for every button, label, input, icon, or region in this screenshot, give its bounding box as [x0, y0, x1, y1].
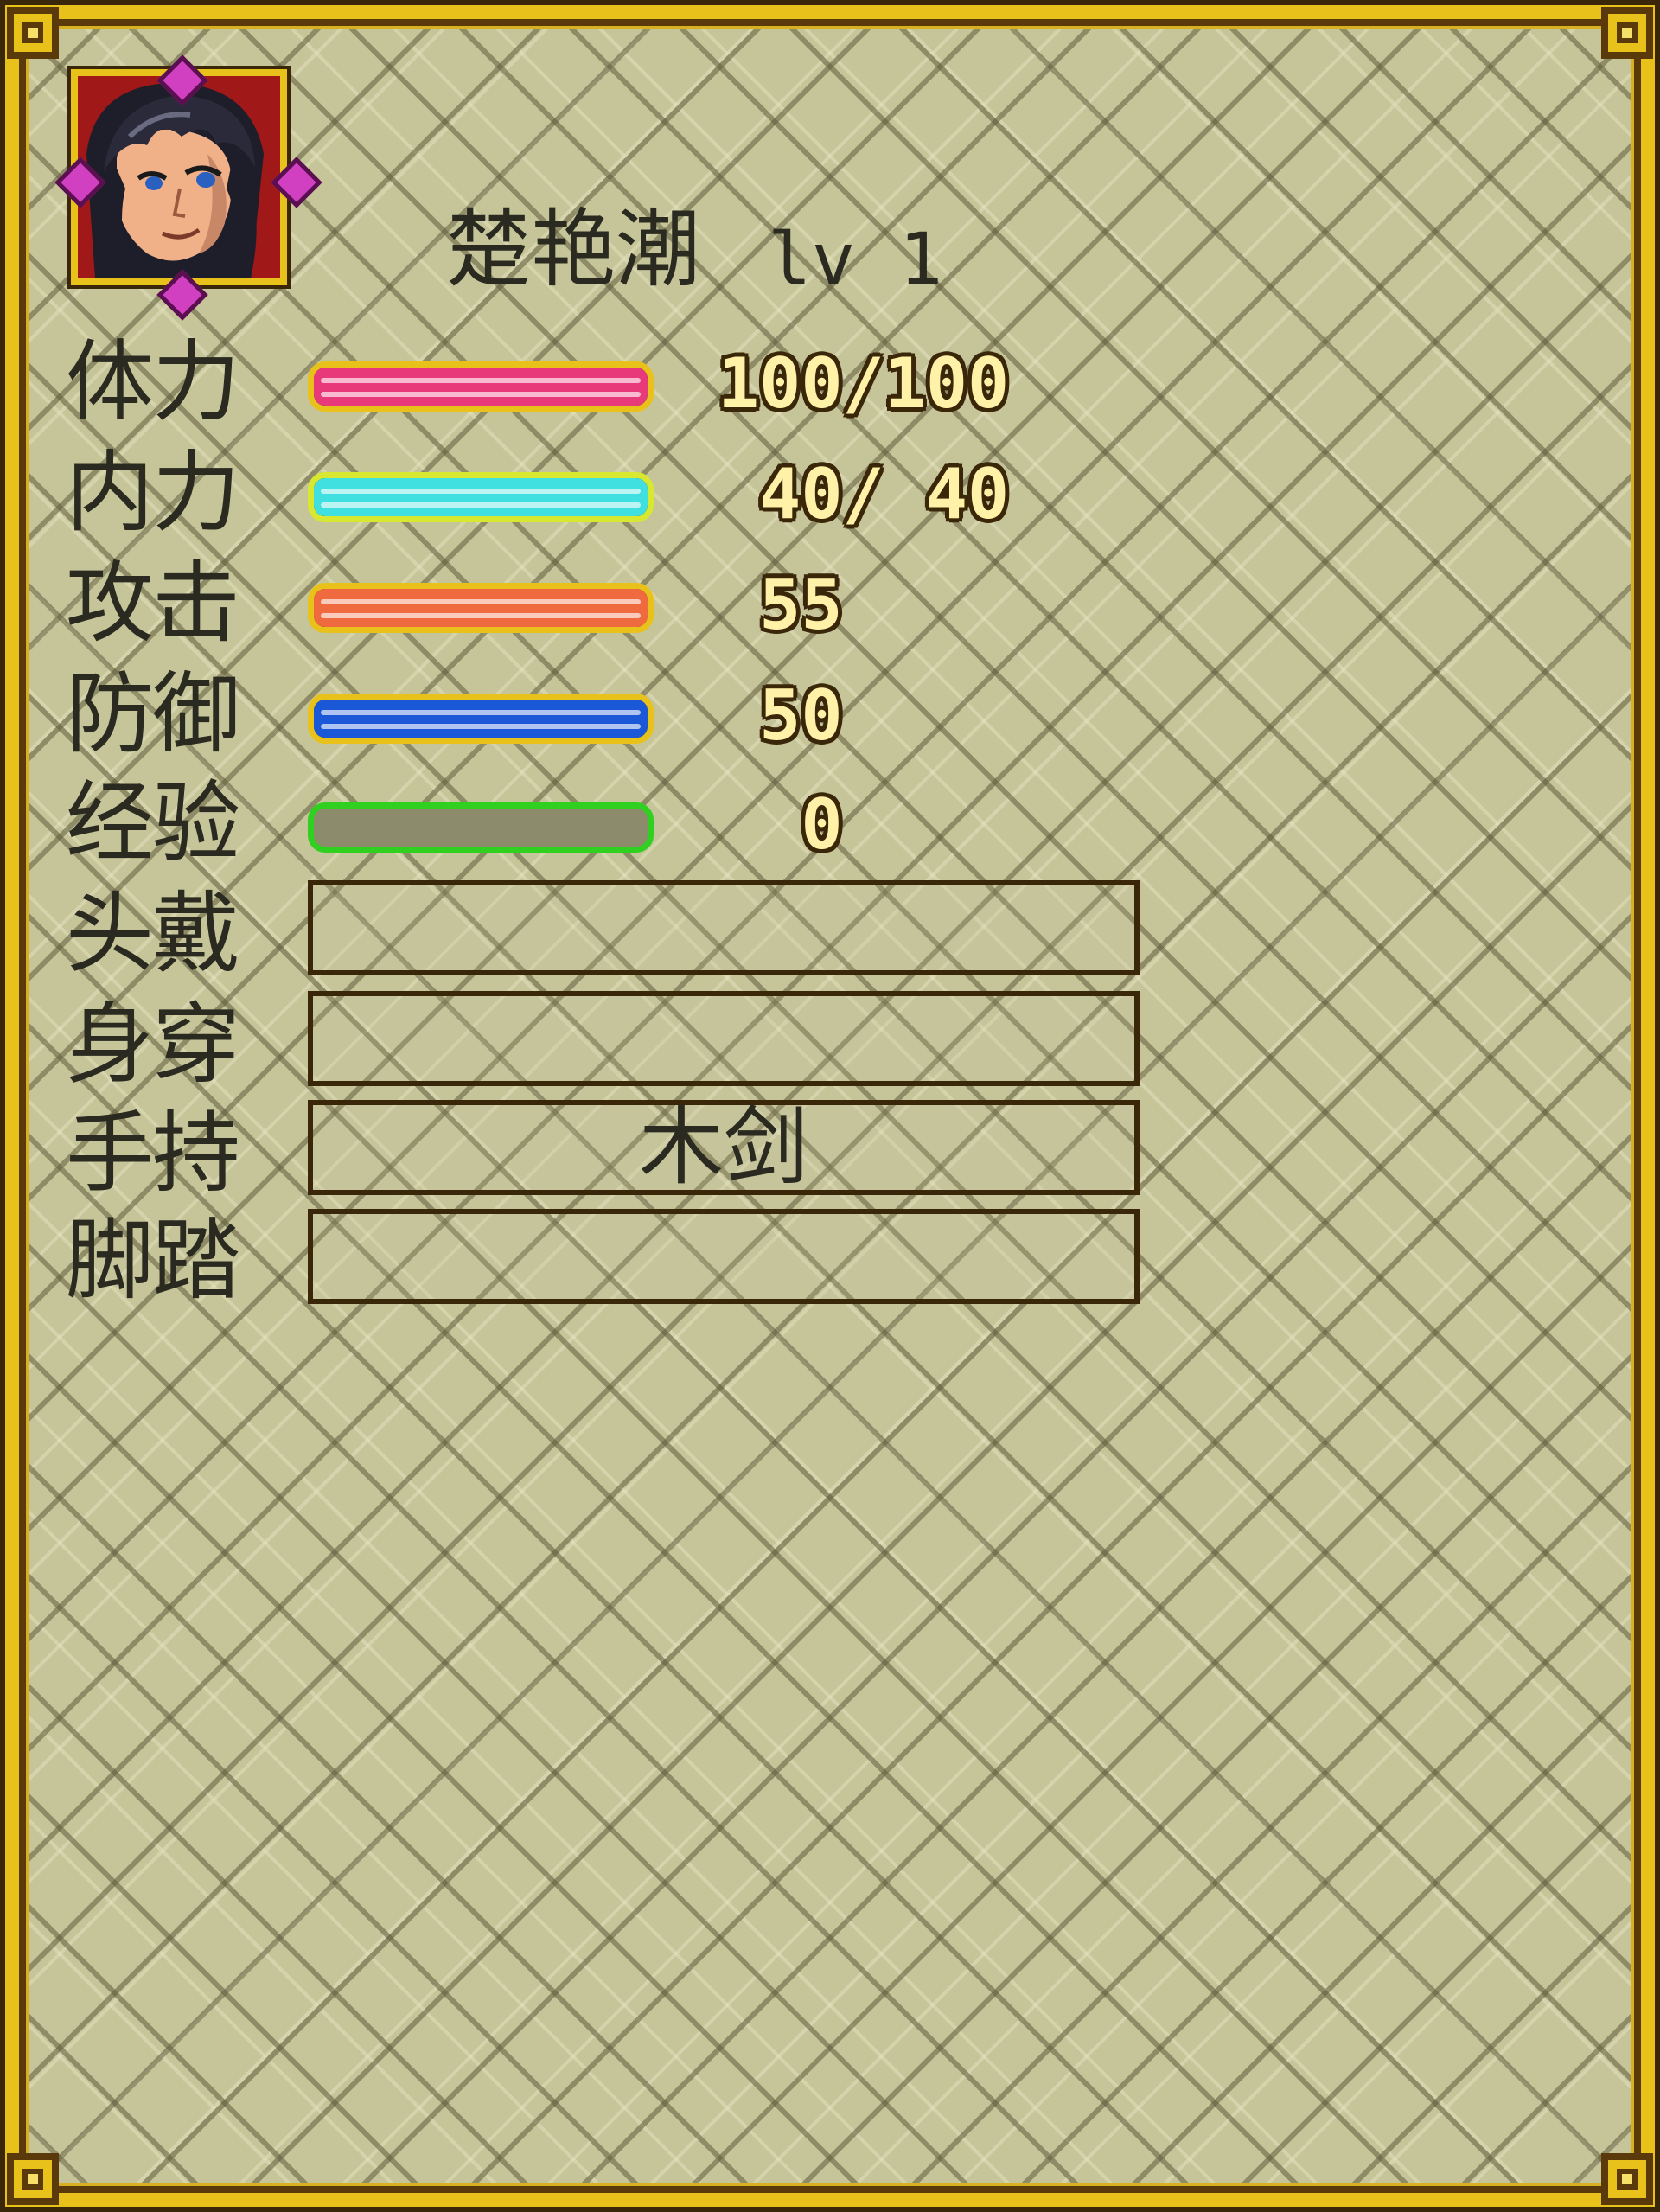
bar-highlight	[321, 502, 641, 508]
bar-highlight	[321, 489, 641, 494]
equip-slot-feet[interactable]	[308, 1209, 1140, 1304]
stat-label-defense: 防御	[66, 663, 240, 766]
corner-ornament-bottom-right	[1601, 2153, 1653, 2205]
equip-label-body: 身穿	[66, 994, 240, 1096]
bar-highlight	[321, 392, 641, 397]
bar-highlight	[321, 710, 641, 715]
character-level: lv 1	[768, 217, 943, 302]
corner-ornament-top-right	[1601, 7, 1653, 59]
hp-bar-fill	[314, 368, 648, 406]
equip-slot-hand[interactable]: 木剑	[308, 1100, 1140, 1195]
hero-portrait-icon	[78, 76, 280, 278]
equip-slot-head[interactable]	[308, 880, 1140, 975]
experience-value: 0	[718, 784, 843, 865]
equip-item-hand: 木剑	[638, 1098, 808, 1197]
equip-label-hand: 手持	[66, 1103, 240, 1205]
attack-bar-fill	[314, 589, 648, 627]
bar-highlight	[321, 724, 641, 729]
equip-label-feet: 脚踏	[66, 1210, 240, 1313]
stat-label-hp: 体力	[66, 331, 240, 434]
stat-label-attack: 攻击	[66, 553, 240, 655]
defense-bar-fill	[314, 700, 648, 738]
mp-bar-fill	[314, 478, 648, 516]
defense-bar	[308, 694, 654, 744]
attack-value: 55	[718, 565, 843, 645]
hp-value: 100/100	[718, 343, 1010, 424]
mp-value: 40/ 40	[718, 454, 1010, 534]
stat-label-experience: 经验	[66, 772, 240, 875]
character-name: 楚艳潮	[446, 201, 701, 299]
stat-label-mp: 内力	[66, 442, 240, 545]
equip-slot-body[interactable]	[308, 991, 1140, 1086]
corner-ornament-bottom-left	[7, 2153, 59, 2205]
bar-highlight	[321, 378, 641, 383]
equip-label-head: 头戴	[66, 883, 240, 986]
mp-bar	[308, 472, 654, 522]
defense-value: 50	[718, 675, 843, 756]
character-status-panel: 楚艳潮 lv 1 体力 100/100 内力 40/ 40 攻击 55 防御 5…	[0, 0, 1660, 2212]
experience-bar	[308, 802, 654, 853]
attack-bar	[308, 583, 654, 633]
hp-bar	[308, 361, 654, 412]
bar-highlight	[321, 599, 641, 604]
corner-ornament-top-left	[7, 7, 59, 59]
bar-highlight	[321, 613, 641, 618]
